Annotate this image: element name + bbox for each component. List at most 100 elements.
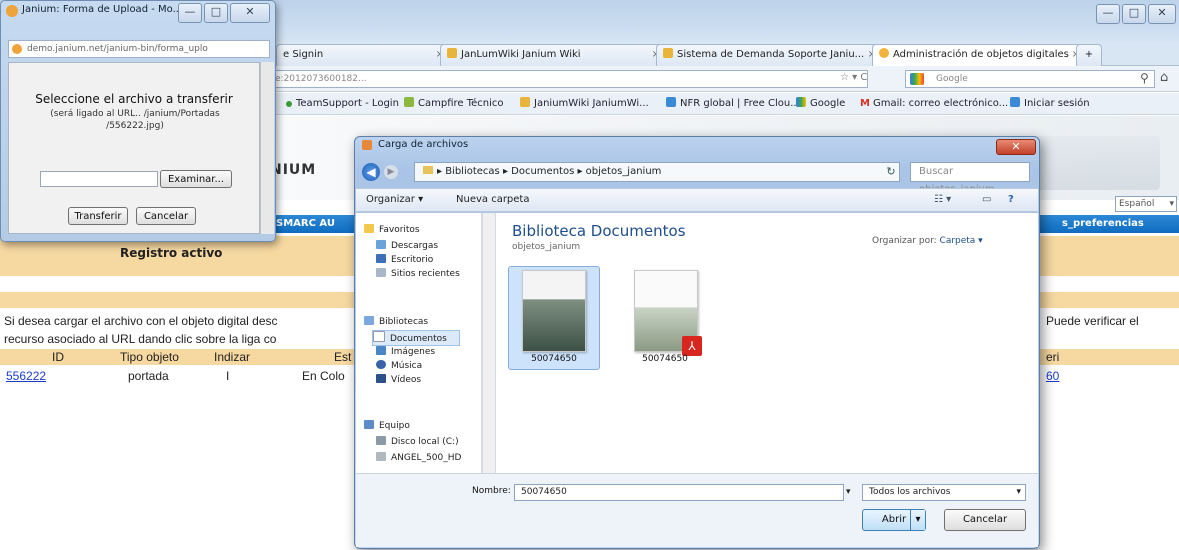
nav-equipo[interactable]: Equipo (364, 420, 410, 432)
documents-icon (373, 331, 385, 342)
language-select[interactable]: Español ▾ (1115, 196, 1177, 212)
videos-icon (376, 374, 386, 383)
file-name-label: 50074650 (531, 354, 577, 364)
bookmark-nfr[interactable]: NFR global | Free Clou... (666, 93, 800, 115)
nav-bibliotecas[interactable]: Bibliotecas (364, 316, 428, 328)
upload-maximize-button[interactable]: □ (204, 3, 228, 23)
preview-pane-icon[interactable]: ▭ (982, 189, 991, 211)
filename-label: Nombre: (472, 486, 511, 496)
upload-content (8, 62, 260, 234)
pictures-icon (376, 346, 386, 355)
nav-descargas[interactable]: Descargas (376, 240, 438, 252)
help-icon[interactable]: ? (1008, 189, 1014, 211)
upload-minimize-button[interactable]: — (178, 3, 202, 23)
forward-arrow-icon[interactable]: ▶ (384, 165, 398, 179)
nav-videos[interactable]: Vídeos (376, 374, 421, 386)
janium-logo: NIUM (270, 162, 317, 178)
col-estado: Est (334, 350, 352, 364)
nav-favorites[interactable]: Favoritos (364, 224, 420, 236)
tab-objetos-digitales[interactable]: Administración de objetos digitales × (872, 44, 1086, 67)
nav-sitios-recientes[interactable]: Sitios recientes (376, 268, 460, 280)
chevron-down-icon[interactable]: ▾ (846, 484, 851, 501)
dialog-title: Carga de archivos (378, 139, 469, 150)
banner-image (1020, 136, 1160, 190)
reload-icon[interactable]: ☆ ▾ C (840, 72, 867, 83)
google-icon (910, 73, 924, 85)
dialog-close-button[interactable]: ✕ (996, 139, 1036, 155)
upload-address-bar[interactable]: demo.janium.net/janium-bin/forma_uplo (8, 40, 270, 58)
nav-angel-hd[interactable]: ANGEL_500_HD (376, 452, 461, 464)
bookmark-campfire[interactable]: Campfire Técnico (404, 93, 504, 115)
url-bar[interactable]: e:2012073600182... (268, 70, 868, 88)
nav-documentos[interactable]: Documentos (372, 330, 460, 346)
nav-escritorio[interactable]: Escritorio (376, 254, 433, 266)
folder-icon (423, 166, 433, 174)
computer-icon (364, 420, 374, 429)
upload-scrollbar[interactable] (260, 62, 274, 234)
bookmark-teamsupport[interactable]: TeamSupport - Login (286, 93, 399, 115)
chevron-down-icon: ▾ (1169, 199, 1174, 209)
upload-close-button[interactable]: ✕ (230, 3, 270, 23)
campfire-icon (404, 97, 414, 107)
tab-janium-wiki[interactable]: JanLumWiki Janium Wiki × (440, 44, 666, 67)
library-subtitle: objetos_janium (512, 242, 581, 252)
tab-label: Administración de objetos digitales (893, 49, 1069, 60)
book-cover-thumbnail (522, 270, 586, 352)
nav-scrollbar[interactable] (482, 213, 496, 473)
janium-icon (6, 5, 18, 17)
cell-indizar: I (226, 369, 230, 383)
search-input[interactable]: Google (905, 70, 1155, 88)
browse-button[interactable]: Examinar... (160, 170, 232, 188)
dialog-breadcrumb[interactable]: ▸ Bibliotecas ▸ Documentos ▸ objetos_jan… (414, 162, 900, 182)
search-icon[interactable]: ⚲ (1140, 71, 1149, 85)
cell-estado: En Colo (302, 369, 345, 383)
arrange-by[interactable]: Organizar por: Carpeta ▾ (872, 236, 983, 246)
chevron-down-icon: ▾ (1016, 487, 1021, 497)
transfer-button[interactable]: Transferir (68, 207, 128, 225)
tab-soporte[interactable]: Sistema de Demanda Soporte Janiu... × (656, 44, 882, 67)
file-type-select[interactable]: Todos los archivos ▾ (862, 484, 1026, 501)
view-options-icon[interactable]: ☷ ▾ (934, 189, 951, 211)
refresh-icon[interactable]: ↻ (878, 162, 904, 182)
cancel-upload-button[interactable]: Cancelar (136, 207, 196, 225)
instruction-text-right: Puede verificar el (1046, 314, 1139, 328)
col-id: ID (52, 350, 64, 364)
dialog-cancel-button[interactable]: Cancelar (944, 509, 1026, 531)
record-id-link[interactable]: 556222 (6, 368, 46, 384)
instruction-text-2: recurso asociado al URL dando clic sobre… (4, 332, 277, 346)
minimize-button[interactable]: — (1096, 4, 1120, 24)
row-extra-link[interactable]: 60 (1046, 368, 1059, 384)
filename-input[interactable]: 50074650 (514, 484, 844, 501)
bookmark-gmail[interactable]: M Gmail: correo electrónico... (860, 93, 1008, 115)
recent-places-icon (376, 268, 386, 277)
dialog-search-input[interactable]: Buscar objetos_janium (910, 162, 1030, 195)
tab-label: Sistema de Demanda Soporte Janiu... (677, 49, 865, 60)
nav-imagenes[interactable]: Imágenes (376, 346, 435, 358)
menu-marc[interactable]: SMARC AU (276, 215, 335, 233)
chevron-down-icon[interactable]: ▾ (910, 510, 925, 530)
upload-detail: (será ligado al URL.. /janium/Portadas /… (50, 109, 220, 131)
bookmark-iniciar-sesion[interactable]: Iniciar sesión (1010, 93, 1090, 115)
nav-musica[interactable]: Música (376, 360, 422, 372)
dialog-toolbar: Organizar ▾ Nueva carpeta ☷ ▾ ▭ ? (356, 188, 1038, 212)
google-icon (796, 97, 806, 107)
new-folder-button[interactable]: Nueva carpeta (456, 189, 529, 211)
maximize-button[interactable]: □ (1122, 4, 1146, 24)
janium-icon (879, 48, 889, 58)
downloads-icon (376, 240, 386, 249)
close-window-button[interactable]: ✕ (1148, 4, 1176, 24)
new-tab-button[interactable]: + (1076, 44, 1102, 67)
wiki-icon (447, 48, 457, 58)
home-icon[interactable]: ⌂ (1160, 70, 1168, 85)
site-icon (12, 44, 22, 54)
col-indizar: Indizar (214, 350, 251, 364)
tab-signin[interactable]: e Signin × (276, 44, 450, 67)
organize-menu[interactable]: Organizar ▾ (366, 189, 423, 211)
back-arrow-icon[interactable]: ◀ (362, 163, 380, 181)
file-path-input[interactable] (40, 171, 158, 187)
bookmark-google[interactable]: Google (796, 93, 845, 115)
bookmark-janiumwiki[interactable]: JaniumWiki JaniumWi... (520, 93, 649, 115)
drive-icon (376, 436, 386, 445)
open-button[interactable]: Abrir ▾ (862, 509, 926, 531)
nav-disco-local[interactable]: Disco local (C:) (376, 436, 459, 448)
